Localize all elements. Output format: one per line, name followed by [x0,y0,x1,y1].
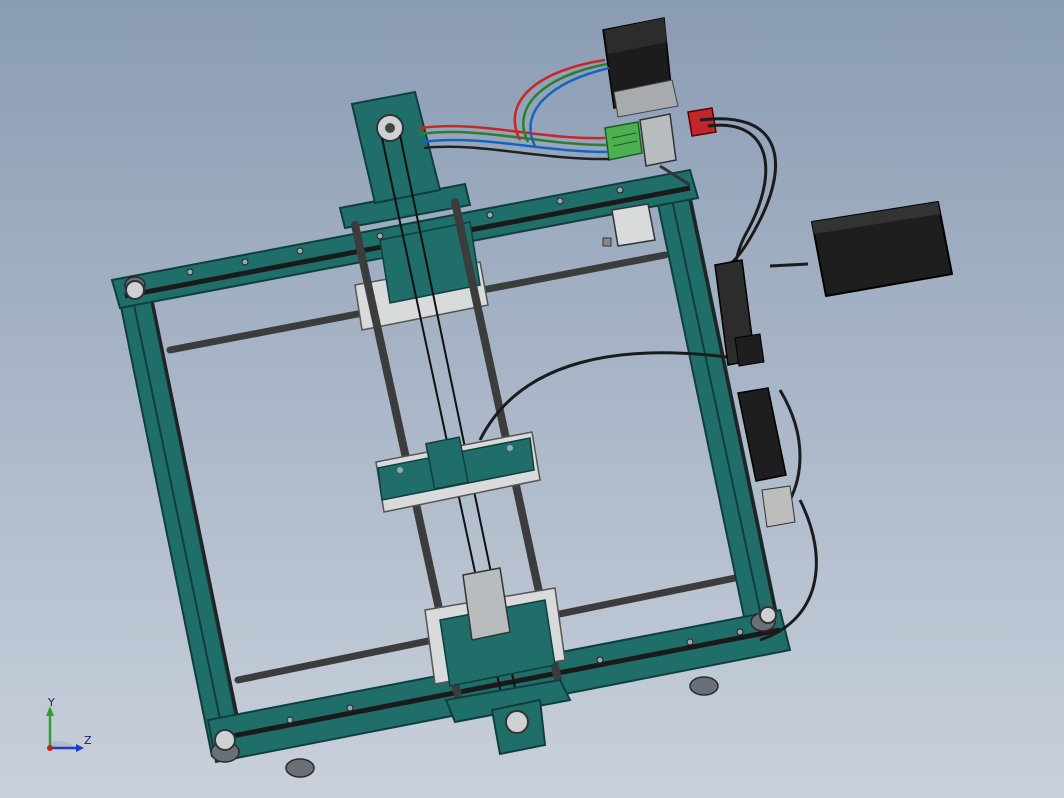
x-axis-dot [47,745,53,751]
orientation-triad: Y Z [38,696,98,760]
z-axis-label: Z [84,734,92,747]
triad-axes [46,706,84,752]
power-switch [687,107,717,137]
y-axis-label: Y [48,696,55,709]
graphics-viewport[interactable]: Y Z [0,0,1064,798]
power-supply [811,201,953,297]
stepper-motor [602,17,679,118]
motor-wires [419,58,610,161]
left-frame-rail [116,284,244,758]
terminal-block [604,121,643,161]
cnc-plotter-model[interactable] [0,0,1064,798]
